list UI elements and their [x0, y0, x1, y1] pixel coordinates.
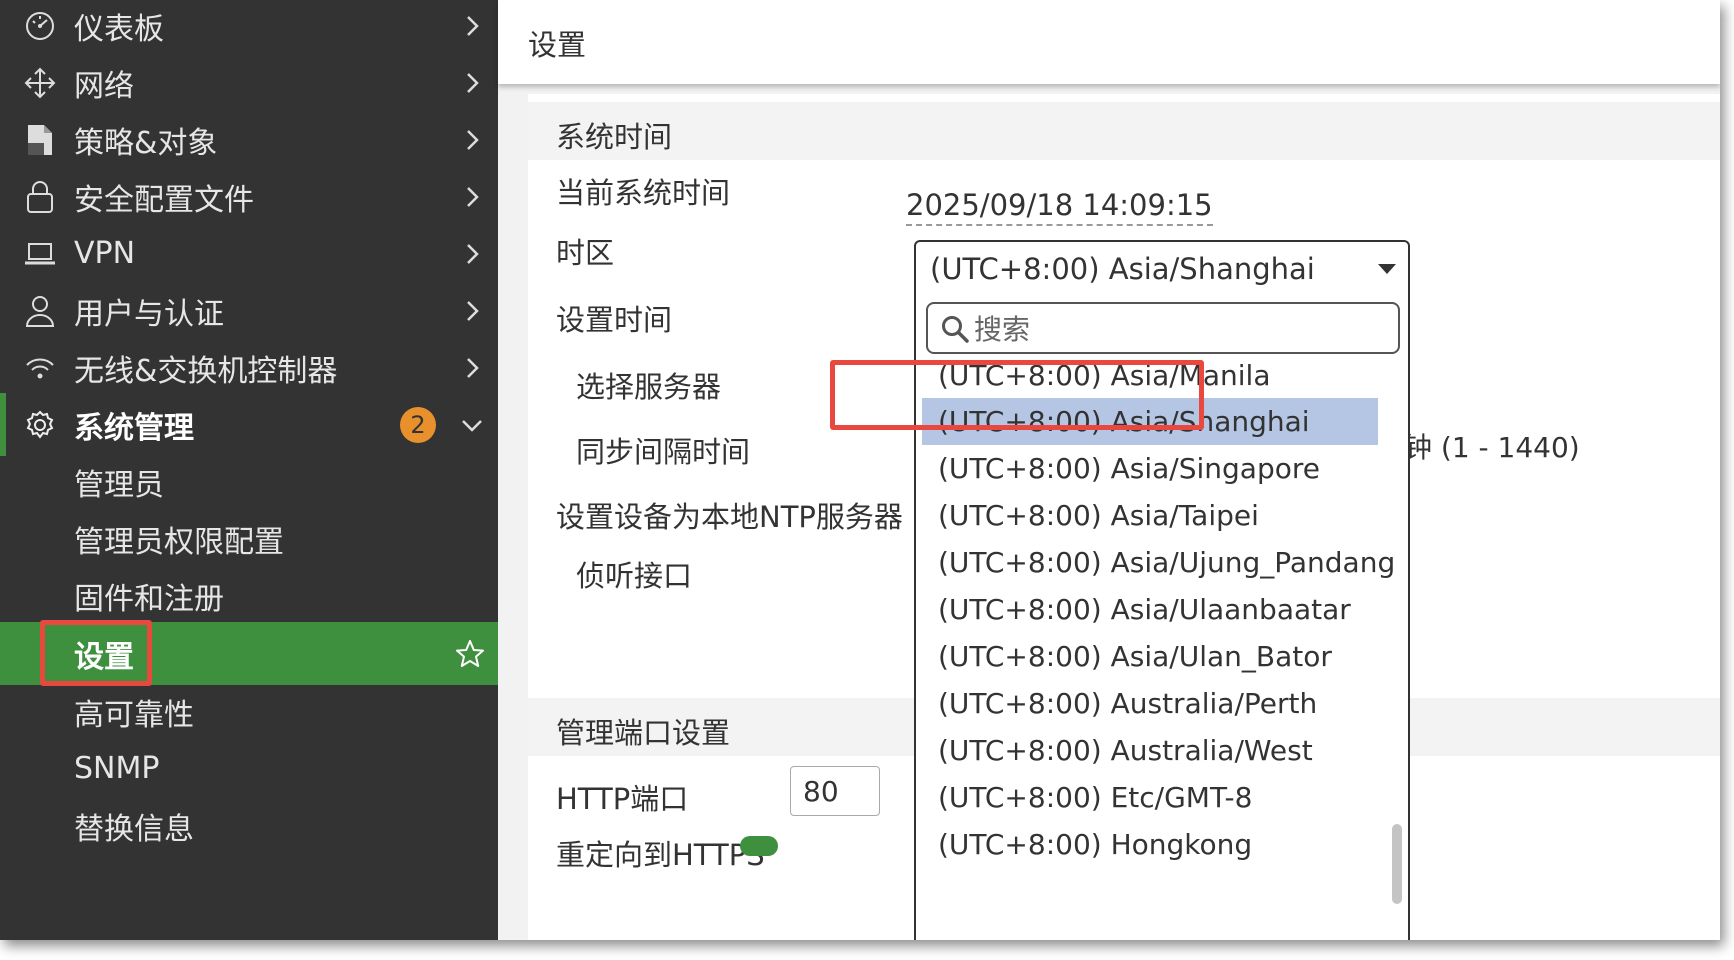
timezone-option[interactable]: (UTC+8:00) Asia/Ulaanbaatar [922, 586, 1378, 633]
user-icon [22, 293, 58, 329]
sidebar-item-system[interactable]: 系统管理 2 [0, 393, 498, 456]
sidebar-subitem-label: SNMP [74, 751, 160, 786]
timezone-option[interactable]: (UTC+8:00) Asia/Singapore [922, 445, 1378, 492]
caret-down-icon [1378, 264, 1396, 274]
dropdown-search-box[interactable] [926, 302, 1400, 354]
network-arrows-icon [22, 65, 58, 101]
timezone-dropdown-list: (UTC+8:00) Asia/Manila (UTC+8:00) Asia/S… [914, 294, 1410, 940]
laptop-icon [22, 236, 58, 272]
sidebar-subitem-label: 固件和注册 [74, 581, 224, 617]
sidebar-item-security-profiles[interactable]: 安全配置文件 [0, 165, 498, 228]
sidebar-item-network[interactable]: 网络 [0, 51, 498, 114]
chevron-down-icon [458, 411, 486, 439]
select-server-label: 选择服务器 [576, 370, 722, 404]
chevron-right-icon [458, 297, 486, 325]
current-time-value[interactable]: 2025/09/18 14:09:15 [906, 188, 1213, 226]
policy-document-icon [22, 122, 58, 158]
sidebar-subitem-administrators[interactable]: 管理员 [0, 450, 498, 513]
chevron-right-icon [458, 12, 486, 40]
section-title: 管理端口设置 [556, 716, 731, 750]
page-title: 设置 [528, 28, 587, 62]
timezone-option[interactable]: (UTC+8:00) Asia/Taipei [922, 492, 1378, 539]
gear-icon [22, 407, 58, 443]
sidebar-subitem-ha[interactable]: 高可靠性 [0, 680, 498, 743]
sidebar-subitem-firmware[interactable]: 固件和注册 [0, 564, 498, 627]
sidebar-item-label: 用户与认证 [74, 296, 224, 332]
sidebar-item-label: VPN [74, 236, 136, 271]
current-time-label: 当前系统时间 [556, 176, 731, 210]
sidebar-item-label: 安全配置文件 [74, 182, 254, 218]
page-header: 设置 [498, 0, 1720, 84]
timezone-selected-value: (UTC+8:00) Asia/Shanghai [930, 252, 1315, 286]
dashboard-icon [22, 8, 58, 44]
sync-interval-label: 同步间隔时间 [576, 435, 751, 469]
sidebar-item-policy-objects[interactable]: 策略&对象 [0, 108, 498, 171]
wifi-icon [22, 350, 58, 386]
sidebar-subitem-label: 管理员 [74, 467, 164, 503]
sidebar-item-label: 策略&对象 [74, 125, 218, 161]
sidebar-item-users-auth[interactable]: 用户与认证 [0, 279, 498, 342]
sidebar-subitem-replacement-messages[interactable]: 替换信息 [0, 794, 498, 857]
section-title: 系统时间 [556, 120, 673, 154]
sidebar-item-label: 仪表板 [74, 11, 164, 47]
timezone-label: 时区 [556, 236, 615, 270]
set-time-label: 设置时间 [556, 303, 673, 337]
sidebar: 仪表板 网络 策略&对象 安全配置文件 VPN 用户与认证 无线&交换机控制器 … [0, 0, 498, 940]
chevron-right-icon [458, 69, 486, 97]
timezone-option[interactable]: (UTC+8:00) Australia/West [922, 727, 1378, 774]
active-indicator [0, 393, 6, 456]
sidebar-item-wifi-switch[interactable]: 无线&交换机控制器 [0, 336, 498, 399]
sidebar-subitem-snmp[interactable]: SNMP [0, 737, 498, 800]
sidebar-subitem-settings[interactable]: 设置 [0, 622, 498, 685]
section-header-system-time: 系统时间 [528, 102, 1720, 160]
timezone-option[interactable]: (UTC+8:00) Asia/Ulan_Bator [922, 633, 1378, 680]
timezone-option[interactable]: (UTC+8:00) Hongkong [922, 821, 1378, 868]
sidebar-item-label: 网络 [74, 68, 134, 104]
lock-icon [22, 179, 58, 215]
sidebar-subitem-label: 高可靠性 [74, 697, 194, 733]
sidebar-subitem-label: 替换信息 [74, 811, 194, 847]
sidebar-item-label: 无线&交换机控制器 [74, 353, 338, 389]
timezone-option[interactable]: (UTC+8:00) Asia/Ujung_Pandang [922, 539, 1395, 586]
redirect-https-label: 重定向到HTTPS [556, 838, 765, 872]
timezone-option[interactable]: (UTC+8:00) Australia/Perth [922, 680, 1378, 727]
chevron-right-icon [458, 354, 486, 382]
sidebar-item-vpn[interactable]: VPN [0, 222, 498, 285]
dropdown-scrollbar[interactable] [1392, 824, 1402, 904]
star-favorite-icon[interactable] [454, 638, 486, 670]
http-port-input[interactable] [790, 766, 880, 816]
chevron-right-icon [458, 126, 486, 154]
settings-content: 系统时间 当前系统时间 2025/09/18 14:09:15 时区 设置时间 … [528, 94, 1720, 940]
local-ntp-label: 设置设备为本地NTP服务器 [556, 500, 903, 534]
sidebar-item-dashboard[interactable]: 仪表板 [0, 0, 498, 57]
main-panel: 设置 系统时间 当前系统时间 2025/09/18 14:09:15 时区 设置… [498, 0, 1720, 940]
sidebar-item-label: 系统管理 [74, 410, 194, 446]
timezone-option[interactable]: (UTC+8:00) Etc/GMT-8 [922, 774, 1378, 821]
sidebar-subitem-label: 管理员权限配置 [74, 524, 284, 560]
timezone-select[interactable]: (UTC+8:00) Asia/Shanghai [914, 240, 1410, 296]
notification-badge: 2 [400, 406, 436, 443]
redirect-https-toggle[interactable] [740, 836, 778, 856]
chevron-right-icon [458, 183, 486, 211]
timezone-option[interactable]: (UTC+8:00) Asia/Manila [922, 352, 1378, 399]
listen-interface-label: 侦听接口 [576, 559, 693, 593]
sidebar-subitem-admin-profiles[interactable]: 管理员权限配置 [0, 507, 498, 570]
sidebar-subitem-label: 设置 [74, 639, 134, 675]
app-window: 仪表板 网络 策略&对象 安全配置文件 VPN 用户与认证 无线&交换机控制器 … [0, 0, 1720, 940]
search-icon [940, 314, 970, 344]
timezone-option-highlighted[interactable]: (UTC+8:00) Asia/Shanghai [922, 398, 1378, 445]
dropdown-search-input[interactable] [972, 310, 1376, 348]
http-port-label: HTTP端口 [556, 782, 689, 816]
chevron-right-icon [458, 240, 486, 268]
